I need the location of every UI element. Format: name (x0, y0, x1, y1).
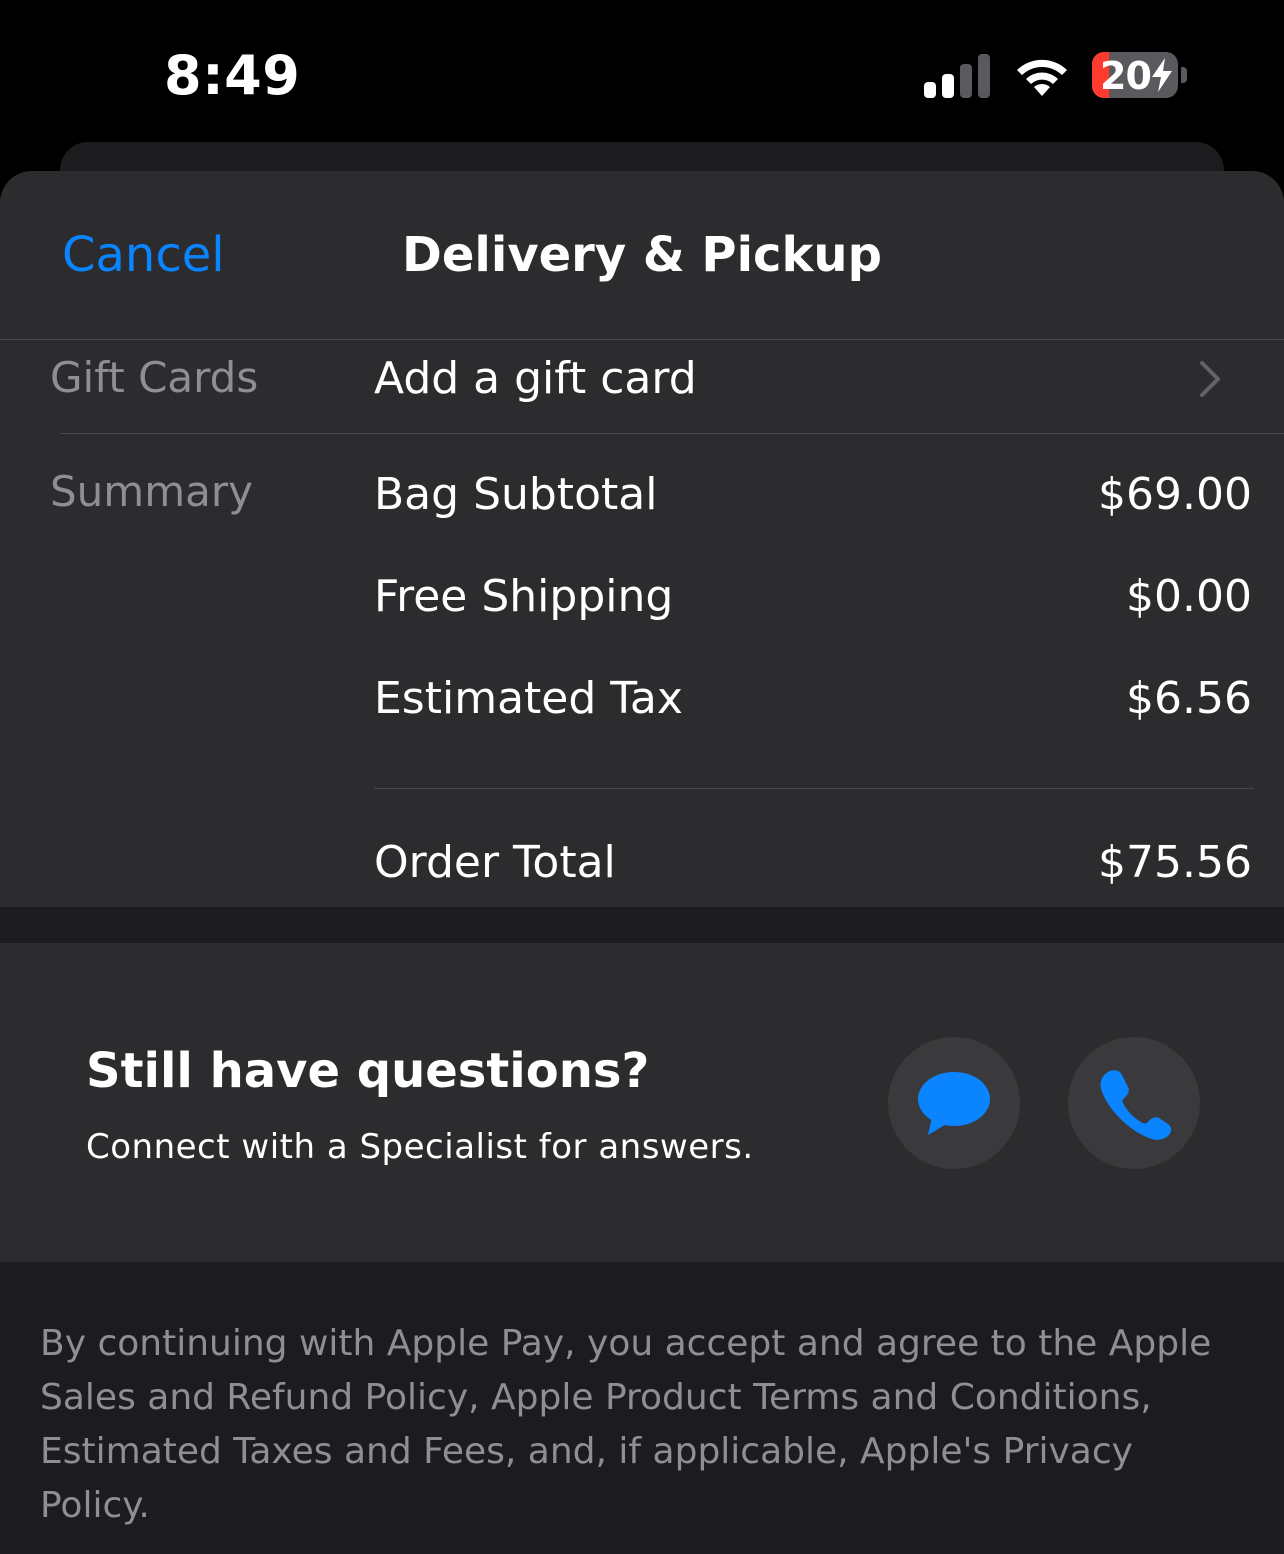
gift-cards-label: Gift Cards (50, 353, 259, 402)
signal-bar (978, 54, 990, 98)
gift-card-divider (60, 433, 1284, 434)
shipping-label: Free Shipping (374, 571, 674, 622)
signal-bar (942, 74, 954, 98)
sheet-title: Delivery & Pickup (402, 227, 882, 283)
battery-icon: 20 (1092, 52, 1178, 98)
total-divider (374, 788, 1254, 789)
checkout-sheet: Cancel Delivery & Pickup Gift Cards Add … (0, 171, 1284, 1554)
bolt-icon (1152, 58, 1172, 92)
order-summary-panel: Cancel Delivery & Pickup Gift Cards Add … (0, 171, 1284, 907)
chevron-right-icon (1200, 361, 1220, 397)
legal-notice: By continuing with Apple Pay, you accept… (40, 1323, 1212, 1526)
chat-bubble-icon (918, 1072, 990, 1135)
add-gift-card-link[interactable]: Add a gift card (374, 353, 697, 404)
phone-button[interactable] (1068, 1037, 1200, 1169)
shipping-value: $0.00 (1126, 571, 1252, 622)
wifi-icon (1017, 59, 1067, 96)
questions-card: Still have questions? Connect with a Spe… (0, 943, 1284, 1262)
battery-cap (1181, 67, 1187, 83)
summary-label: Summary (50, 467, 253, 516)
signal-icon (924, 54, 990, 98)
bag-subtotal-value: $69.00 (1098, 469, 1252, 520)
signal-bar (960, 64, 972, 98)
order-total-label: Order Total (374, 837, 616, 888)
status-bar: 8:49 20 (0, 0, 1284, 140)
bag-subtotal-label: Bag Subtotal (374, 469, 658, 520)
estimated-tax-value: $6.56 (1126, 673, 1252, 724)
signal-bar (924, 82, 936, 98)
chat-button[interactable] (888, 1037, 1020, 1169)
status-time: 8:49 (164, 44, 301, 107)
phone-icon (1100, 1070, 1172, 1140)
battery-level: 20 (1100, 54, 1152, 98)
questions-subtitle: Connect with a Specialist for answers. (86, 1127, 754, 1167)
questions-title: Still have questions? (86, 1043, 650, 1099)
estimated-tax-label: Estimated Tax (374, 673, 683, 724)
order-total-value: $75.56 (1098, 837, 1252, 888)
